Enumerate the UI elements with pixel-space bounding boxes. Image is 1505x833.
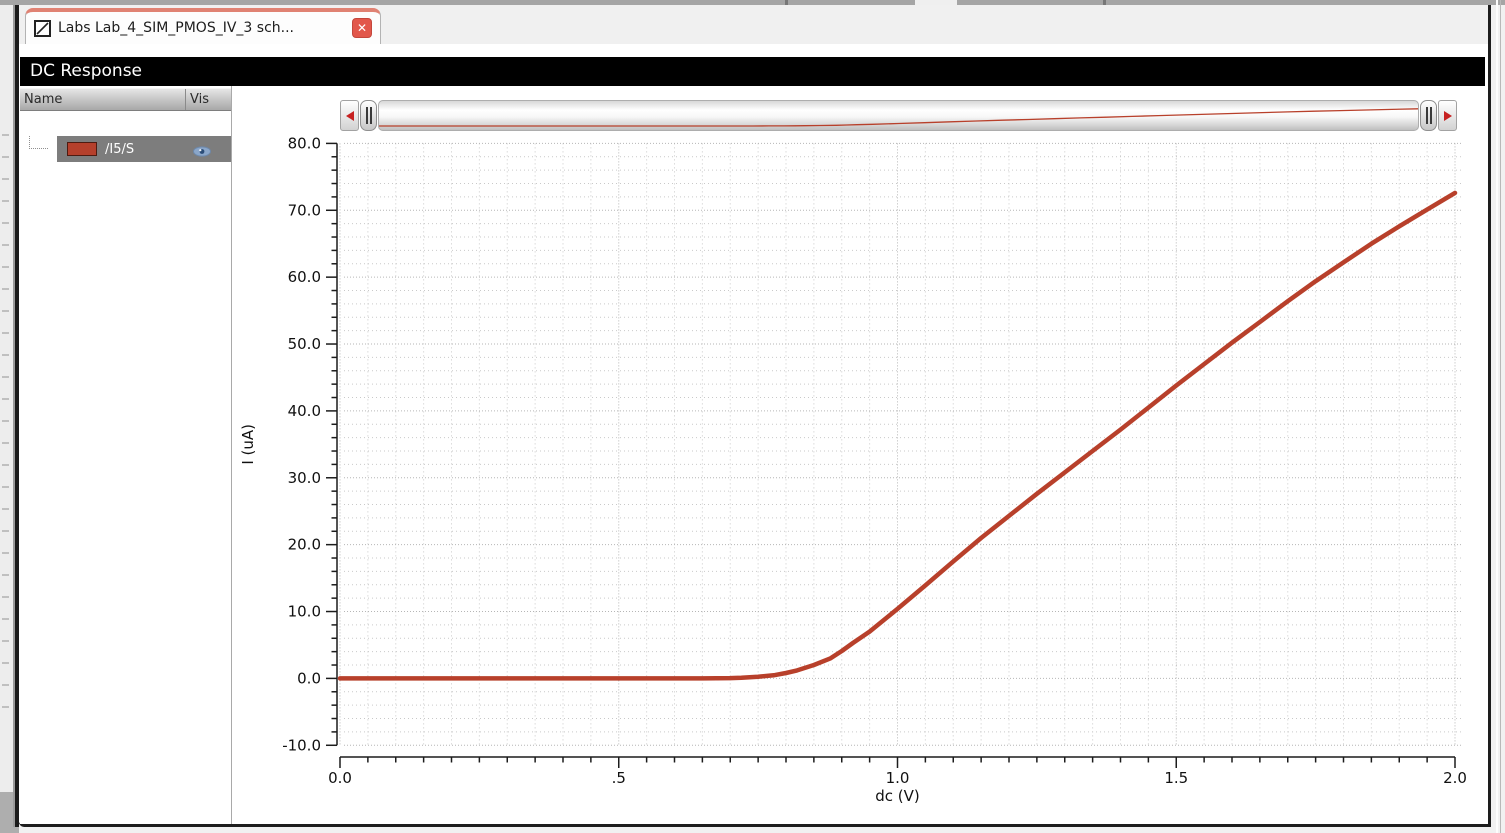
x-tick-label: 1.5	[1164, 769, 1188, 787]
signal-name: /I5/S	[105, 141, 135, 157]
range-left-grip[interactable]	[360, 100, 377, 131]
x-tick-label: 0.0	[328, 769, 352, 787]
background-window-edge	[1500, 0, 1501, 833]
y-tick-label: 70.0	[288, 201, 321, 219]
y-tick-label: 40.0	[288, 402, 321, 420]
chart-canvas: -10.0 0.0 10.0 20.0 30.0 40.0 50.0 60.0 70.0 80.0…	[239, 134, 1467, 805]
y-tick-label: 60.0	[288, 268, 321, 286]
tab-bar: Labs Lab_4_SIM_PMOS_IV_3 sch... ✕	[19, 5, 1488, 44]
dc-response-window: Labs Lab_4_SIM_PMOS_IV_3 sch... ✕ DC Res…	[19, 5, 1491, 827]
background-window-edge	[1496, 0, 1498, 833]
y-tick-label: 30.0	[288, 469, 321, 487]
tree-branch	[29, 136, 48, 149]
right-triangle-icon	[1443, 110, 1452, 121]
signal-list-header: Name Vis	[20, 88, 231, 111]
scroll-right-button[interactable]	[1438, 100, 1457, 131]
column-header-vis[interactable]: Vis	[186, 89, 231, 110]
y-tick-label: 10.0	[288, 603, 321, 621]
x-axis-title: dc (V)	[875, 787, 920, 805]
left-triangle-icon	[345, 110, 354, 121]
trace-preview-line	[379, 109, 1418, 126]
y-tick-label: 0.0	[297, 669, 321, 687]
trace-preview	[379, 101, 1418, 130]
schematic-icon	[34, 19, 51, 37]
x-tick-label: 1.0	[886, 769, 910, 787]
plot-area: -10.0 0.0 10.0 20.0 30.0 40.0 50.0 60.0 70.0 80.0…	[233, 86, 1487, 824]
visibility-eye-icon[interactable]	[192, 143, 212, 157]
tab-label: Labs Lab_4_SIM_PMOS_IV_3 sch...	[58, 20, 294, 36]
range-right-grip[interactable]	[1420, 100, 1437, 131]
range-track[interactable]	[378, 100, 1419, 131]
x-tick-label: 2.0	[1443, 769, 1467, 787]
x-tick-label: .5	[612, 769, 626, 787]
y-axis-title: I (uA)	[239, 424, 257, 465]
tab-dc-response[interactable]: Labs Lab_4_SIM_PMOS_IV_3 sch... ✕	[25, 8, 381, 44]
background-window-fragment	[0, 5, 13, 833]
y-tick-label: 20.0	[288, 536, 321, 554]
y-tick-label: -10.0	[282, 736, 321, 754]
screen: Labs Lab_4_SIM_PMOS_IV_3 sch... ✕ DC Res…	[0, 0, 1505, 833]
signal-list-panel: Name Vis /I5/S	[20, 86, 232, 824]
grip-bars-icon	[1425, 107, 1432, 124]
signal-swatch	[67, 142, 97, 156]
plot-title-bar: DC Response	[20, 57, 1485, 86]
column-header-name[interactable]: Name	[20, 89, 186, 110]
signal-row[interactable]: /I5/S	[20, 136, 231, 162]
y-tick-label: 50.0	[288, 335, 321, 353]
grip-bars-icon	[365, 107, 372, 124]
x-range-scrollbar	[340, 100, 1457, 131]
scroll-left-button[interactable]	[340, 100, 359, 131]
tab-close-button[interactable]: ✕	[352, 18, 372, 38]
y-tick-label: 80.0	[288, 134, 321, 152]
